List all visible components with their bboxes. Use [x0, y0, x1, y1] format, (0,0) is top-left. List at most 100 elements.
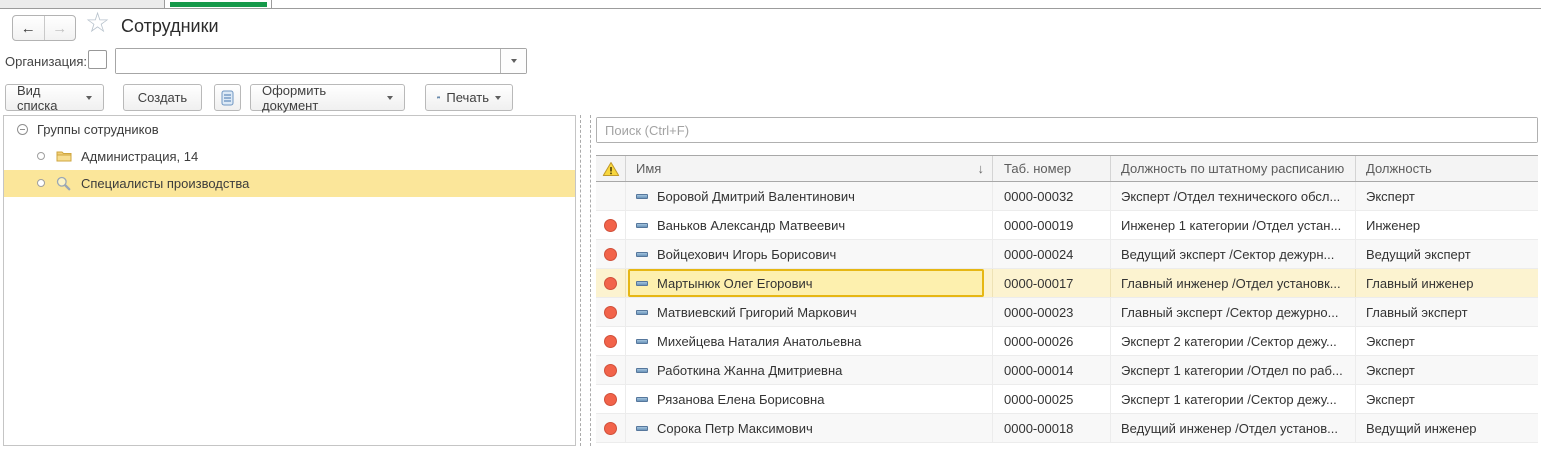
staff-position-column-header[interactable]: Должность по штатному расписанию [1111, 156, 1356, 181]
position-cell[interactable]: Эксперт [1356, 327, 1538, 355]
staff-position-cell[interactable]: Ведущий эксперт /Сектор дежурн... [1111, 240, 1356, 268]
status-cell[interactable] [596, 356, 626, 384]
tree-root-row[interactable]: Группы сотрудников [4, 116, 575, 143]
view-list-button[interactable]: Вид списка [5, 84, 104, 111]
position-cell[interactable]: Инженер [1356, 211, 1538, 239]
status-cell[interactable] [596, 269, 626, 297]
staff-position-cell[interactable]: Эксперт 1 категории /Сектор дежу... [1111, 385, 1356, 413]
employees-window: ← → ☆ Сотрудники Организация: Вид списка… [0, 0, 1541, 449]
employee-groups-tree: Группы сотрудников Администрация, 14 Спе… [3, 115, 576, 446]
tab-number-cell[interactable]: 0000-00018 [993, 414, 1111, 442]
name-cell[interactable]: Михейцева Наталия Анатольевна [626, 327, 993, 355]
table-row[interactable]: Войцехович Игорь Борисович0000-00024Веду… [596, 240, 1538, 269]
printer-icon [437, 90, 440, 105]
back-button[interactable]: ← [13, 16, 44, 40]
staff-position-cell[interactable]: Инженер 1 категории /Отдел устан... [1111, 211, 1356, 239]
name-cell[interactable]: Сорока Петр Максимович [626, 414, 993, 442]
tree-item-administration[interactable]: Администрация, 14 [4, 143, 575, 170]
status-cell[interactable] [596, 385, 626, 413]
forward-button[interactable]: → [44, 16, 76, 40]
name-cell-content: Войцехович Игорь Борисович [636, 240, 992, 268]
status-dot-icon [604, 306, 617, 319]
tab-number-cell[interactable]: 0000-00023 [993, 298, 1111, 326]
tab-number-cell[interactable]: 0000-00017 [993, 269, 1111, 297]
staff-position-cell[interactable]: Ведущий инженер /Отдел установ... [1111, 414, 1356, 442]
organization-input[interactable] [116, 49, 500, 73]
name-cell[interactable]: Рязанова Елена Борисовна [626, 385, 993, 413]
tree-item-production-specialists[interactable]: Специалисты производства [4, 170, 575, 197]
tab-number-cell[interactable]: 0000-00019 [993, 211, 1111, 239]
tab-number-cell[interactable]: 0000-00026 [993, 327, 1111, 355]
status-cell[interactable] [596, 414, 626, 442]
forward-arrow-icon: → [52, 20, 67, 37]
status-dot-icon [604, 277, 617, 290]
create-button[interactable]: Создать [123, 84, 202, 111]
tab-number-cell[interactable]: 0000-00025 [993, 385, 1111, 413]
employee-dash-icon [636, 426, 648, 431]
name-cell[interactable]: Работкина Жанна Дмитриевна [626, 356, 993, 384]
name-cell[interactable]: Боровой Дмитрий Валентинович [626, 182, 993, 210]
create-label: Создать [138, 90, 187, 105]
table-row[interactable]: Рязанова Елена Борисовна0000-00025Экспер… [596, 385, 1538, 414]
list-settings-button[interactable] [214, 84, 241, 111]
status-cell[interactable] [596, 211, 626, 239]
collapse-icon[interactable] [17, 124, 28, 135]
position-cell[interactable]: Главный эксперт [1356, 298, 1538, 326]
column-label: Таб. номер [1004, 161, 1071, 176]
position-cell[interactable]: Эксперт [1356, 385, 1538, 413]
status-dot-icon [604, 219, 617, 232]
status-cell[interactable] [596, 327, 626, 355]
status-cell[interactable] [596, 240, 626, 268]
organization-label: Организация: [5, 54, 87, 69]
table-row[interactable]: Работкина Жанна Дмитриевна0000-00014Эксп… [596, 356, 1538, 385]
tab-number-cell[interactable]: 0000-00032 [993, 182, 1111, 210]
staff-position-cell[interactable]: Эксперт 2 категории /Сектор дежу... [1111, 327, 1356, 355]
table-row[interactable]: Михейцева Наталия Анатольевна0000-00026Э… [596, 327, 1538, 356]
employee-dash-icon [636, 339, 648, 344]
employee-dash-icon [636, 281, 648, 286]
position-cell[interactable]: Эксперт [1356, 356, 1538, 384]
staff-position-cell[interactable]: Главный эксперт /Сектор дежурно... [1111, 298, 1356, 326]
favorite-star-icon[interactable]: ☆ [85, 9, 110, 37]
tab-number-column-header[interactable]: Таб. номер [993, 156, 1111, 181]
table-row[interactable]: Ваньков Александр Матвеевич0000-00019Инж… [596, 211, 1538, 240]
table-row[interactable]: Боровой Дмитрий Валентинович0000-00032Эк… [596, 182, 1538, 211]
position-cell[interactable]: Ведущий эксперт [1356, 240, 1538, 268]
staff-position-cell[interactable]: Главный инженер /Отдел установк... [1111, 269, 1356, 297]
position-cell[interactable]: Главный инженер [1356, 269, 1538, 297]
active-tab[interactable] [165, 0, 272, 8]
table-row[interactable]: Матвиевский Григорий Маркович0000-00023Г… [596, 298, 1538, 327]
status-cell[interactable] [596, 298, 626, 326]
tab-number-cell[interactable]: 0000-00014 [993, 356, 1111, 384]
print-button[interactable]: Печать [425, 84, 513, 111]
column-label: Имя [636, 161, 661, 176]
status-column-header[interactable] [596, 156, 626, 181]
search-input[interactable] [597, 118, 1537, 142]
staff-position-cell[interactable]: Эксперт /Отдел технического обсл... [1111, 182, 1356, 210]
status-dot-icon [604, 422, 617, 435]
staff-position-cell[interactable]: Эксперт 1 категории /Отдел по раб... [1111, 356, 1356, 384]
name-cell-content: Боровой Дмитрий Валентинович [636, 182, 992, 210]
organization-dropdown-button[interactable] [500, 49, 526, 73]
name-cell[interactable]: Матвиевский Григорий Маркович [626, 298, 993, 326]
name-column-header[interactable]: Имя ↓ [626, 156, 993, 181]
table-row[interactable]: Сорока Петр Максимович0000-00018Ведущий … [596, 414, 1538, 443]
employee-name: Матвиевский Григорий Маркович [657, 305, 857, 320]
name-cell[interactable]: Мартынюк Олег Егорович [626, 269, 993, 297]
position-column-header[interactable]: Должность [1356, 156, 1538, 181]
tab-number-cell[interactable]: 0000-00024 [993, 240, 1111, 268]
issue-document-button[interactable]: Оформить документ [250, 84, 405, 111]
name-cell[interactable]: Войцехович Игорь Борисович [626, 240, 993, 268]
table-body: Боровой Дмитрий Валентинович0000-00032Эк… [596, 182, 1538, 443]
table-row[interactable]: Мартынюк Олег Егорович0000-00017Главный … [596, 269, 1538, 298]
name-cell[interactable]: Ваньков Александр Матвеевич [626, 211, 993, 239]
page-title: Сотрудники [121, 16, 219, 37]
position-cell[interactable]: Эксперт [1356, 182, 1538, 210]
panel-splitter[interactable] [580, 115, 591, 446]
column-label: Должность по штатному расписанию [1121, 161, 1344, 176]
position-cell[interactable]: Ведущий инженер [1356, 414, 1538, 442]
warning-icon [602, 161, 620, 177]
organization-checkbox[interactable] [88, 50, 107, 69]
employee-dash-icon [636, 194, 648, 199]
status-cell[interactable] [596, 182, 626, 210]
